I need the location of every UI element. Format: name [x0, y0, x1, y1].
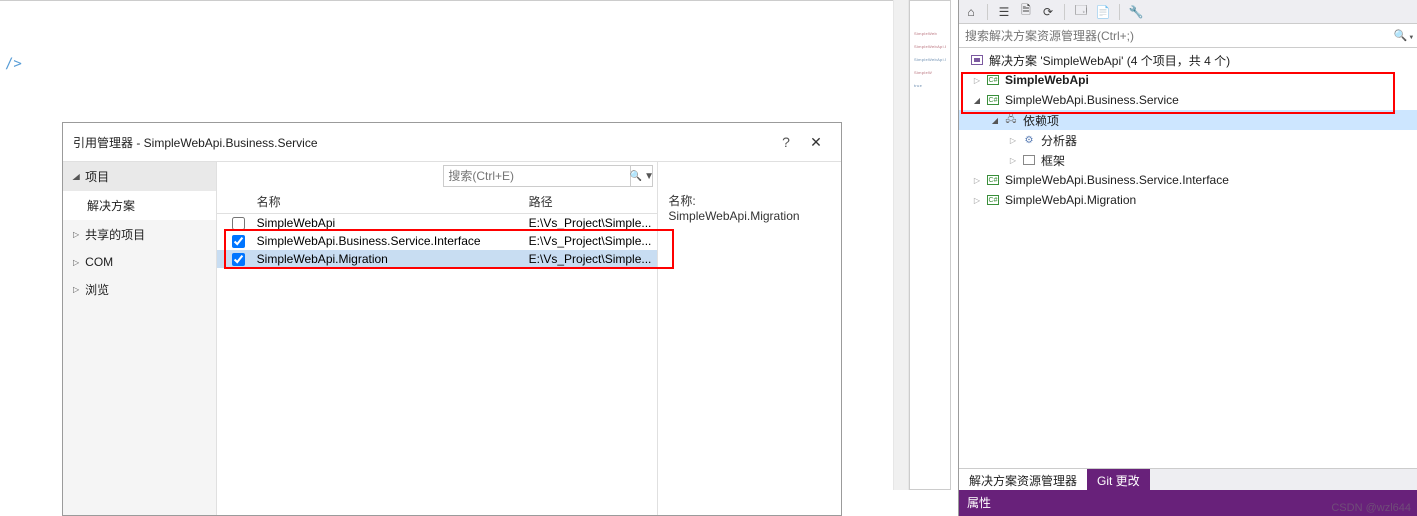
reference-manager-dialog: 引用管理器 - SimpleWebApi.Business.Service ? … — [62, 122, 842, 516]
row-name: SimpleWebApi.Business.Service.Interface — [251, 234, 523, 248]
nav-item-shared[interactable]: ▷共享的项目 — [63, 220, 216, 249]
dialog-search-input[interactable] — [444, 167, 630, 185]
analyzer-icon: ⚙ — [1021, 132, 1037, 148]
sol-bottom-tabs: 解决方案资源管理器 Git 更改 — [959, 468, 1417, 490]
nav-item-label: 浏览 — [85, 281, 109, 298]
toolbar-icon[interactable]: 📄 — [1095, 4, 1111, 20]
csproj-icon: C# — [987, 75, 999, 85]
tree-label: SimpleWebApi.Business.Service.Interface — [1005, 173, 1229, 187]
col-name[interactable]: 名称 — [251, 190, 523, 213]
editor-scrollbar[interactable] — [893, 0, 909, 490]
sol-tree: 解决方案 'SimpleWebApi' (4 个项目，共 4 个) C# Sim… — [959, 48, 1417, 468]
toolbar-icon[interactable]: ☰ — [996, 4, 1012, 20]
row-checkbox[interactable] — [232, 235, 245, 248]
sol-search[interactable]: 🔍▼ — [959, 24, 1417, 48]
csproj-icon: C# — [987, 195, 999, 205]
dialog-title: 引用管理器 - SimpleWebApi.Business.Service — [73, 134, 771, 151]
sol-search-input[interactable] — [961, 27, 1393, 45]
expander-icon[interactable] — [971, 76, 983, 85]
grid-header: 名称 路径 — [217, 190, 658, 214]
tree-project[interactable]: C# SimpleWebApi.Business.Service — [959, 90, 1417, 110]
expander-icon[interactable] — [971, 196, 983, 205]
expander-icon[interactable] — [971, 96, 983, 105]
tree-label: 分析器 — [1041, 132, 1077, 149]
row-path: E:\Vs_Project\Simple... — [523, 216, 658, 230]
nav-item-browse[interactable]: ▷浏览 — [63, 275, 216, 304]
tree-label: SimpleWebApi — [1005, 73, 1089, 87]
tree-label: 框架 — [1041, 152, 1065, 169]
overview-ruler: SimpleWeb SimpleWebApi.Busine SimpleWebA… — [909, 0, 951, 490]
tree-label: 依赖项 — [1023, 112, 1059, 129]
solution-explorer: ⌂ ☰ 🗎 ⟳ 🗔 📄 🔧 🔍▼ 解决方案 'SimpleWebApi' (4 … — [958, 0, 1417, 490]
expander-icon[interactable] — [989, 116, 1001, 125]
dialog-detail-pane: 名称: SimpleWebApi.Migration — [658, 162, 841, 515]
grid-row[interactable]: SimpleWebApi.Migration E:\Vs_Project\Sim… — [217, 250, 658, 268]
help-icon[interactable]: ? — [771, 134, 801, 150]
csproj-icon: C# — [987, 175, 999, 185]
row-checkbox[interactable] — [232, 217, 245, 230]
grid-row[interactable]: SimpleWebApi.Business.Service.Interface … — [217, 232, 658, 250]
csproj-icon: C# — [987, 95, 999, 105]
detail-label: 名称: — [668, 192, 831, 209]
expander-icon[interactable] — [971, 176, 983, 185]
search-icon[interactable]: 🔍▼ — [1393, 29, 1415, 42]
nav-header-projects[interactable]: 项目 — [63, 162, 216, 191]
tree-label: 解决方案 'SimpleWebApi' (4 个项目，共 4 个) — [989, 52, 1230, 69]
dependencies-icon: 🖧 — [1003, 112, 1019, 128]
search-icon[interactable]: 🔍▼ — [630, 166, 652, 186]
expander-icon[interactable] — [1007, 156, 1019, 165]
detail-value: SimpleWebApi.Migration — [668, 209, 831, 223]
tree-project[interactable]: C# SimpleWebApi.Migration — [959, 190, 1417, 210]
editor-text: /> — [5, 56, 22, 72]
close-icon[interactable]: ✕ — [801, 134, 831, 151]
home-icon[interactable]: ⌂ — [963, 4, 979, 20]
tree-label: SimpleWebApi.Business.Service — [1005, 93, 1179, 107]
grid-row[interactable]: SimpleWebApi E:\Vs_Project\Simple... — [217, 214, 658, 232]
sol-toolbar: ⌂ ☰ 🗎 ⟳ 🗔 📄 🔧 — [959, 0, 1417, 24]
properties-panel[interactable]: 属性 — [958, 490, 1417, 516]
row-path: E:\Vs_Project\Simple... — [523, 234, 658, 248]
expander-icon[interactable] — [1007, 136, 1019, 145]
framework-icon — [1023, 155, 1035, 165]
row-name: SimpleWebApi — [251, 216, 523, 230]
tree-framework[interactable]: 框架 — [959, 150, 1417, 170]
tree-project[interactable]: C# SimpleWebApi — [959, 70, 1417, 90]
tree-label: SimpleWebApi.Migration — [1005, 193, 1136, 207]
tree-project[interactable]: C# SimpleWebApi.Business.Service.Interfa… — [959, 170, 1417, 190]
nav-item-label: 共享的项目 — [85, 226, 145, 243]
row-checkbox[interactable] — [232, 253, 245, 266]
wrench-icon[interactable]: 🔧 — [1128, 4, 1144, 20]
refresh-icon[interactable]: ⟳ — [1040, 4, 1056, 20]
tree-analyzer[interactable]: ⚙ 分析器 — [959, 130, 1417, 150]
tab-solution-explorer[interactable]: 解决方案资源管理器 — [959, 469, 1087, 490]
row-path: E:\Vs_Project\Simple... — [523, 252, 658, 266]
tab-git-changes[interactable]: Git 更改 — [1087, 469, 1150, 490]
tree-solution-root[interactable]: 解决方案 'SimpleWebApi' (4 个项目，共 4 个) — [959, 50, 1417, 70]
nav-item-com[interactable]: ▷COM — [63, 249, 216, 275]
col-path[interactable]: 路径 — [523, 190, 658, 213]
solution-icon — [971, 55, 983, 65]
toolbar-icon[interactable]: 🗎 — [1018, 4, 1034, 20]
dialog-search-box[interactable]: 🔍▼ — [443, 165, 653, 187]
properties-title: 属性 — [959, 490, 1417, 515]
row-name: SimpleWebApi.Migration — [251, 252, 523, 266]
dialog-left-nav: 项目 解决方案 ▷共享的项目 ▷COM ▷浏览 — [63, 162, 217, 515]
tree-dependencies[interactable]: 🖧 依赖项 — [959, 110, 1417, 130]
dialog-titlebar[interactable]: 引用管理器 - SimpleWebApi.Business.Service ? … — [63, 123, 841, 161]
nav-item-solution[interactable]: 解决方案 — [63, 191, 216, 220]
toolbar-icon[interactable]: 🗔 — [1073, 4, 1089, 20]
nav-item-label: COM — [85, 255, 113, 269]
